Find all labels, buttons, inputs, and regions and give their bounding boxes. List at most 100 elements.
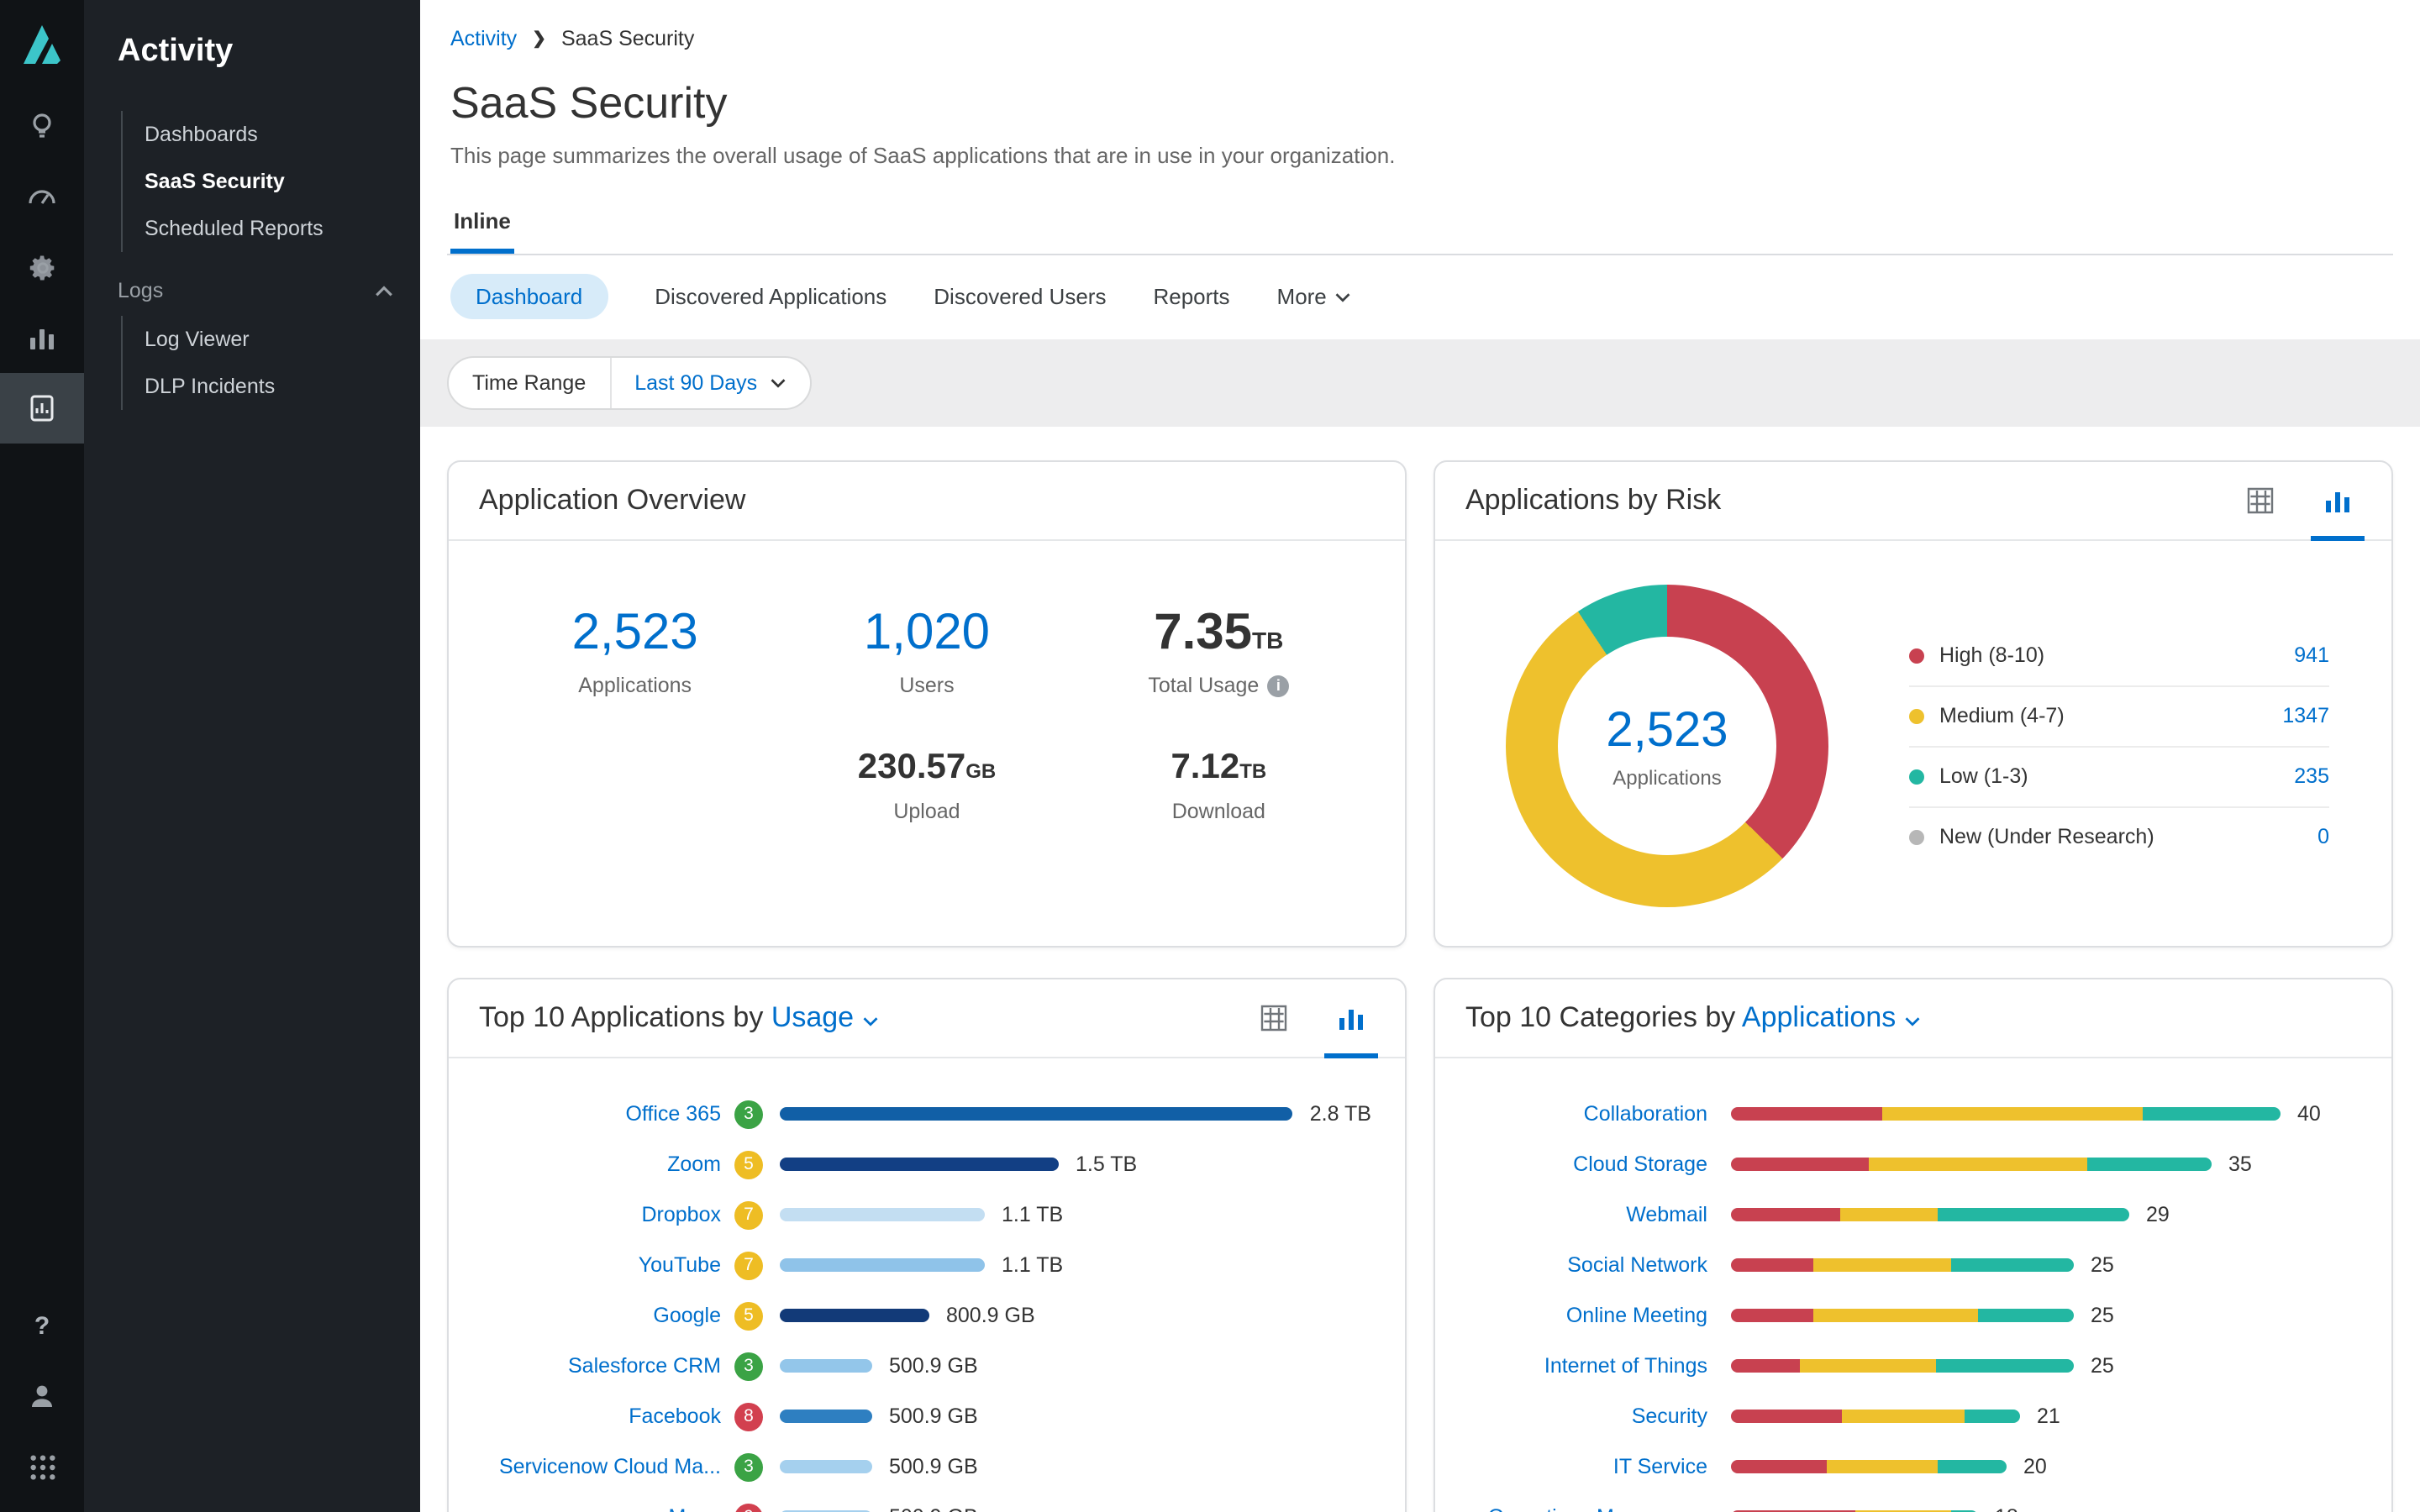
legend-value-link[interactable]: 0 bbox=[2317, 825, 2329, 848]
app-name-link[interactable]: Google bbox=[472, 1304, 721, 1327]
app-usage-value: 500.9 GB bbox=[889, 1505, 978, 1512]
gear-icon bbox=[26, 251, 58, 283]
app-usage-bar bbox=[780, 1309, 929, 1322]
risk-total-label: Applications bbox=[1612, 765, 1721, 789]
app-bar-zone: 1.5 TB bbox=[780, 1152, 1371, 1176]
applications-by-risk-header: Applications by Risk bbox=[1435, 462, 2391, 541]
app-bar-zone: 500.9 GB bbox=[780, 1354, 1371, 1378]
legend-value-link[interactable]: 235 bbox=[2294, 764, 2329, 788]
help-button[interactable]: ? bbox=[0, 1290, 84, 1361]
category-name-link[interactable]: Online Meeting bbox=[1459, 1304, 1707, 1327]
table-view-button[interactable] bbox=[2237, 462, 2284, 539]
tab-inline[interactable]: Inline bbox=[450, 202, 514, 254]
app-switcher-button[interactable] bbox=[0, 1431, 84, 1502]
stat-upload-value: 230.57GB bbox=[781, 748, 1072, 788]
time-range-dropdown[interactable]: Last 90 Days bbox=[609, 358, 809, 408]
chart-view-button[interactable] bbox=[2314, 462, 2361, 539]
top-categories-metric-dropdown[interactable]: Applications bbox=[1742, 1001, 1921, 1033]
tab-discovered-users[interactable]: Discovered Users bbox=[934, 284, 1106, 309]
stat-applications-value[interactable]: 2,523 bbox=[489, 605, 781, 662]
app-bar-zone: 1.1 TB bbox=[780, 1253, 1371, 1277]
app-name-link[interactable]: Mega bbox=[472, 1505, 721, 1512]
category-stacked-bar bbox=[1731, 1359, 2074, 1373]
info-icon[interactable]: i bbox=[1267, 675, 1289, 696]
breadcrumb-current: SaaS Security bbox=[561, 27, 694, 50]
breadcrumb-activity-link[interactable]: Activity bbox=[450, 27, 517, 50]
category-bar-zone: 29 bbox=[1731, 1203, 2358, 1226]
stat-total-usage-unit: TB bbox=[1252, 627, 1283, 654]
tab-more[interactable]: More bbox=[1277, 284, 1352, 309]
sidebar-item-dashboards[interactable]: Dashboards bbox=[123, 111, 400, 158]
primary-tab-bar: Inline bbox=[447, 202, 2393, 255]
app-row-dropbox: Dropbox71.1 TB bbox=[472, 1189, 1371, 1240]
tab-reports[interactable]: Reports bbox=[1153, 284, 1229, 309]
chevron-up-icon bbox=[375, 285, 393, 297]
app-usage-bar bbox=[780, 1158, 1059, 1171]
app-name-link[interactable]: Zoom bbox=[472, 1152, 721, 1176]
category-bar-segment bbox=[1828, 1460, 1938, 1473]
stat-users-label: Users bbox=[781, 674, 1072, 697]
settings-nav-button[interactable] bbox=[0, 232, 84, 302]
category-stacked-bar bbox=[1731, 1460, 2007, 1473]
dashboard-nav-button[interactable] bbox=[0, 161, 84, 232]
brand-logo[interactable] bbox=[0, 0, 84, 91]
sidebar-item-log-viewer[interactable]: Log Viewer bbox=[123, 316, 400, 363]
rail-bottom-group: ? bbox=[0, 1290, 84, 1502]
sidebar-title: Activity bbox=[118, 34, 400, 71]
tab-discovered-applications[interactable]: Discovered Applications bbox=[655, 284, 886, 309]
top-applications-metric-dropdown[interactable]: Usage bbox=[771, 1001, 879, 1033]
category-bar-segment bbox=[1868, 1158, 2087, 1171]
user-profile-button[interactable] bbox=[0, 1361, 84, 1431]
app-name-link[interactable]: Salesforce CRM bbox=[472, 1354, 721, 1378]
stat-total-usage: 7.35TB Total Usage i bbox=[1073, 605, 1365, 697]
category-count-value: 18 bbox=[1995, 1505, 2018, 1512]
help-icon: ? bbox=[34, 1311, 50, 1340]
category-name-link[interactable]: Collaboration bbox=[1459, 1102, 1707, 1126]
time-range-label: Time Range bbox=[472, 371, 586, 395]
analytics-nav-button[interactable] bbox=[0, 302, 84, 373]
risk-total-value[interactable]: 2,523 bbox=[1606, 703, 1728, 759]
app-name-link[interactable]: Facebook bbox=[472, 1404, 721, 1428]
stat-users: 1,020 Users bbox=[781, 605, 1072, 697]
category-bar-segment bbox=[1965, 1410, 2020, 1423]
category-name-link[interactable]: Internet of Things bbox=[1459, 1354, 1707, 1378]
category-name-link[interactable]: IT Service bbox=[1459, 1455, 1707, 1478]
category-bar-segment bbox=[1731, 1258, 1813, 1272]
reports-nav-button[interactable] bbox=[0, 373, 84, 444]
legend-value-link[interactable]: 1347 bbox=[2282, 704, 2329, 727]
ideas-nav-button[interactable] bbox=[0, 91, 84, 161]
top-applications-title: Top 10 Applications by Usage bbox=[479, 1001, 879, 1035]
category-row-operations-managem: Operations Managem... 18 bbox=[1459, 1492, 2358, 1512]
category-stacked-bar bbox=[1731, 1107, 2281, 1121]
category-bar-segment bbox=[2143, 1107, 2281, 1121]
app-name-link[interactable]: Servicenow Cloud Ma... bbox=[472, 1455, 721, 1478]
category-bar-segment bbox=[1731, 1107, 1882, 1121]
sidebar-item-scheduled-reports[interactable]: Scheduled Reports bbox=[123, 205, 400, 252]
top-applications-header: Top 10 Applications by Usage bbox=[449, 979, 1405, 1058]
chart-view-button[interactable] bbox=[1328, 979, 1375, 1057]
category-name-link[interactable]: Security bbox=[1459, 1404, 1707, 1428]
sidebar-item-dlp-incidents[interactable]: DLP Incidents bbox=[123, 363, 400, 410]
category-count-value: 20 bbox=[2023, 1455, 2047, 1478]
stat-users-value[interactable]: 1,020 bbox=[781, 605, 1072, 662]
table-view-button[interactable] bbox=[1250, 979, 1297, 1057]
user-icon bbox=[27, 1381, 57, 1411]
category-name-link[interactable]: Social Network bbox=[1459, 1253, 1707, 1277]
tab-label: Reports bbox=[1153, 284, 1229, 309]
app-name-link[interactable]: Office 365 bbox=[472, 1102, 721, 1126]
legend-dot-icon bbox=[1909, 708, 1924, 723]
category-name-link[interactable]: Cloud Storage bbox=[1459, 1152, 1707, 1176]
tab-dashboard[interactable]: Dashboard bbox=[450, 274, 608, 319]
category-name-link[interactable]: Operations Managem... bbox=[1459, 1505, 1707, 1512]
time-range-label-button[interactable]: Time Range bbox=[449, 358, 609, 408]
category-bar-segment bbox=[1950, 1258, 2074, 1272]
sidebar-item-saas-security[interactable]: SaaS Security bbox=[123, 158, 400, 205]
sidebar-group-logs[interactable]: Logs bbox=[118, 279, 397, 302]
category-name-link[interactable]: Webmail bbox=[1459, 1203, 1707, 1226]
app-name-link[interactable]: Dropbox bbox=[472, 1203, 721, 1226]
legend-value-link[interactable]: 941 bbox=[2294, 643, 2329, 667]
table-icon bbox=[1260, 1005, 1287, 1032]
category-stacked-bar bbox=[1731, 1258, 2074, 1272]
top-categories-card: Top 10 Categories by Applications Collab… bbox=[1434, 978, 2393, 1512]
app-name-link[interactable]: YouTube bbox=[472, 1253, 721, 1277]
